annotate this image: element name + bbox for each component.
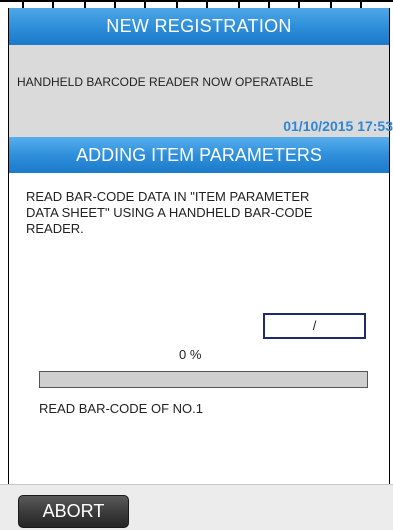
abort-button[interactable]: ABORT: [18, 495, 129, 528]
info-box: HANDHELD BARCODE READER NOW OPERATABLE 0…: [9, 45, 393, 137]
top-tick-strip: [0, 0, 393, 8]
main-panel: NEW REGISTRATION HANDHELD BARCODE READER…: [8, 8, 393, 492]
info-message: HANDHELD BARCODE READER NOW OPERATABLE: [17, 75, 314, 89]
screen: NEW REGISTRATION HANDHELD BARCODE READER…: [0, 0, 393, 530]
count-display: /: [263, 313, 366, 339]
footer-bar: ABORT: [0, 484, 393, 530]
page-title: NEW REGISTRATION: [9, 8, 389, 45]
instruction-text: READ BAR-CODE DATA IN "ITEM PARAMETER DA…: [26, 189, 313, 236]
section-title: ADDING ITEM PARAMETERS: [9, 137, 389, 173]
progress-bar: [39, 371, 368, 388]
status-text: READ BAR-CODE OF NO.1: [39, 401, 203, 416]
datetime-display: 01/10/2015 17:53: [283, 118, 393, 134]
progress-percent-label: 0 %: [179, 347, 202, 362]
